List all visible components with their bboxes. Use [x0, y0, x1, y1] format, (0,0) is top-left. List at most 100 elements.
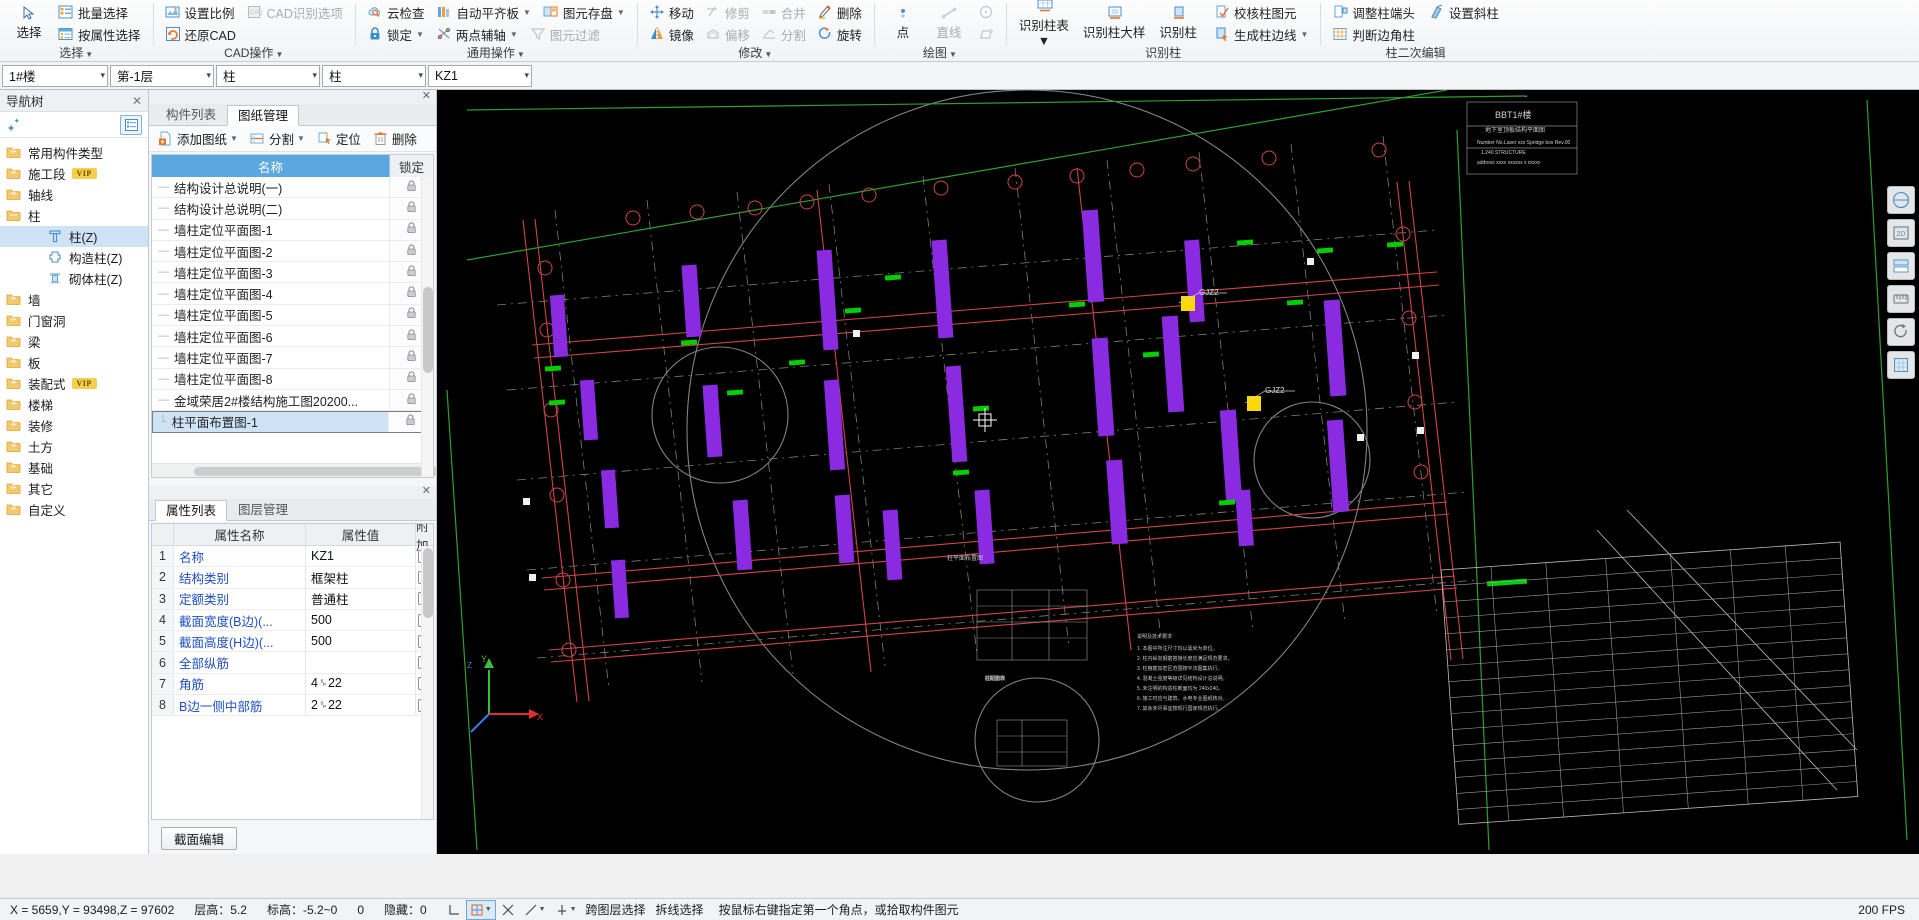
- ribbon-group-draw-title[interactable]: 绘图 ▼: [878, 45, 1002, 61]
- property-row[interactable]: 2 结构类别 框架柱: [152, 567, 433, 589]
- snap-perpendicular-button[interactable]: ▼: [551, 900, 581, 920]
- locate-drawing-button[interactable]: 定位: [312, 128, 366, 149]
- property-grid-vscrollbar[interactable]: [421, 546, 433, 819]
- layer-panel-icon[interactable]: [1887, 252, 1915, 280]
- drawing-list-row[interactable]: — 墙柱定位平面图-5: [152, 304, 433, 327]
- ribbon-group-modify-title[interactable]: 修改 ▼: [641, 45, 870, 61]
- drawing-list-row[interactable]: — 墙柱定位平面图-6: [152, 326, 433, 348]
- zoom-2d-icon[interactable]: 2D: [1887, 219, 1915, 247]
- recognize-column-table-button[interactable]: 识别柱表 ▼: [1013, 0, 1075, 48]
- split-drawing-button[interactable]: 分割 ▼: [245, 128, 310, 149]
- measure-icon[interactable]: [1887, 285, 1915, 313]
- toggle-list-view-button[interactable]: [120, 114, 142, 135]
- drawing-list-row[interactable]: — 墙柱定位平面图-4: [152, 283, 433, 305]
- sidebar-item-3[interactable]: 柱: [0, 205, 148, 226]
- property-row[interactable]: 5 截面高度(H边)(... 500: [152, 631, 433, 653]
- snap-intersection-button[interactable]: [497, 900, 519, 920]
- element-filter-button[interactable]: 图元过滤: [525, 24, 605, 45]
- tab-1[interactable]: 图纸管理: [227, 105, 300, 126]
- building-selector[interactable]: 1#楼 ▾: [2, 64, 108, 87]
- tab-0[interactable]: 属性列表: [155, 500, 228, 521]
- property-row[interactable]: 6 全部纵筋: [152, 652, 433, 674]
- property-row[interactable]: 4 截面宽度(B边)(... 500: [152, 609, 433, 632]
- draw-rect-button[interactable]: [973, 24, 999, 45]
- recognize-column-detail-button[interactable]: 识别柱大样: [1077, 1, 1152, 45]
- property-value-cell[interactable]: [306, 652, 416, 673]
- delete-button[interactable]: 删除: [812, 2, 867, 23]
- property-value-cell[interactable]: 2␠22: [306, 695, 416, 716]
- ribbon-group-cad-operations-title[interactable]: CAD操作 ▼: [157, 45, 351, 61]
- property-row[interactable]: 8 B边一侧中部筋 2␠22: [152, 695, 433, 717]
- tab-1[interactable]: 图层管理: [227, 499, 299, 520]
- set-inclined-column-button[interactable]: 设置斜柱: [1424, 2, 1504, 23]
- batch-select-button[interactable]: 批量选择: [53, 2, 146, 23]
- sparkle-icon[interactable]: [6, 117, 22, 133]
- draw-circle-button[interactable]: [973, 2, 999, 23]
- sidebar-item-9[interactable]: 梁: [0, 331, 148, 352]
- sidebar-item-0[interactable]: 常用构件类型: [0, 142, 148, 163]
- sidebar-item-5[interactable]: 构造柱(Z): [0, 247, 148, 268]
- trim-button[interactable]: 修剪: [700, 2, 755, 23]
- drawing-list-row[interactable]: — 墙柱定位平面图-3: [152, 262, 433, 284]
- property-value-cell[interactable]: KZ1: [306, 546, 416, 567]
- judge-corner-column-button[interactable]: 判断边角柱: [1327, 24, 1504, 45]
- component-category-selector[interactable]: 柱 ▾: [216, 64, 320, 87]
- tab-0[interactable]: 构件列表: [155, 104, 227, 125]
- sidebar-item-1[interactable]: 施工段 VIP: [0, 163, 148, 184]
- property-row[interactable]: 1 名称 KZ1: [152, 546, 433, 568]
- sidebar-item-8[interactable]: 门窗洞: [0, 310, 148, 331]
- add-drawing-button[interactable]: 添加图纸 ▼: [153, 128, 243, 149]
- sidebar-item-10[interactable]: 板: [0, 352, 148, 373]
- sidebar-item-15[interactable]: 基础: [0, 457, 148, 478]
- cad-recognize-options-button[interactable]: CAD CAD识别选项: [242, 2, 348, 23]
- split-button[interactable]: 分割: [756, 24, 811, 45]
- close-icon[interactable]: ✕: [422, 484, 431, 497]
- drawing-list-row[interactable]: — 结构设计总说明(二): [152, 198, 433, 220]
- property-value-cell[interactable]: 4␠22: [306, 673, 416, 695]
- select-button[interactable]: 选择: [7, 1, 51, 45]
- ribbon-group-common-operations-title[interactable]: 通用操作 ▼: [359, 45, 633, 61]
- sidebar-item-4[interactable]: 柱(Z): [0, 226, 148, 247]
- sidebar-item-16[interactable]: 其它: [0, 478, 148, 499]
- component-type-selector[interactable]: 柱 ▾: [322, 64, 426, 87]
- generate-column-edge-button[interactable]: 生成柱边线 ▼: [1209, 24, 1313, 45]
- property-row[interactable]: 3 定额类别 普通柱: [152, 588, 433, 610]
- drawing-list-row[interactable]: — 墙柱定位平面图-1: [152, 219, 433, 241]
- view-cube-icon[interactable]: [1887, 186, 1915, 214]
- sidebar-item-12[interactable]: 楼梯: [0, 394, 148, 415]
- drawing-list-vscroll-thumb[interactable]: [423, 287, 433, 373]
- auto-align-slab-button[interactable]: 自动平齐板 ▼: [431, 2, 535, 23]
- rotate-button[interactable]: 旋转: [812, 24, 867, 45]
- adjust-column-end-button[interactable]: 调整柱端头: [1327, 2, 1420, 23]
- property-grid-vscroll-thumb[interactable]: [423, 548, 433, 618]
- select-by-attribute-button[interactable]: 按属性选择: [53, 24, 146, 45]
- close-icon[interactable]: ✕: [422, 89, 431, 102]
- restore-cad-button[interactable]: 还原CAD: [160, 24, 348, 45]
- section-edit-button[interactable]: 截面编辑: [161, 826, 238, 850]
- drawing-list-hscroll-thumb[interactable]: [194, 467, 452, 476]
- property-value-cell[interactable]: 普通柱: [306, 588, 416, 609]
- drawing-list-row[interactable]: — 墙柱定位平面图-7: [152, 347, 433, 369]
- delete-drawing-button[interactable]: 删除: [368, 128, 422, 149]
- drawing-list-row[interactable]: — 金域荣居2#楼结构施工图20200...: [152, 389, 433, 412]
- snap-grid-button[interactable]: ▼: [465, 899, 496, 920]
- floor-selector[interactable]: 第-1层 ▾: [110, 64, 214, 87]
- sidebar-item-13[interactable]: 装修: [0, 415, 148, 436]
- offset-button[interactable]: 偏移: [700, 24, 755, 45]
- cloud-check-button[interactable]: 云检查: [362, 2, 430, 23]
- grid-table-icon[interactable]: [1887, 351, 1915, 379]
- draw-point-button[interactable]: 点: [881, 1, 925, 45]
- check-column-element-button[interactable]: 校核柱图元: [1209, 2, 1313, 23]
- sidebar-item-17[interactable]: 自定义: [0, 499, 148, 520]
- sidebar-item-14[interactable]: 土方: [0, 436, 148, 457]
- sidebar-item-7[interactable]: 墙: [0, 289, 148, 310]
- mirror-button[interactable]: 镜像: [644, 24, 699, 45]
- recognize-column-button[interactable]: 识别柱: [1153, 1, 1203, 45]
- move-button[interactable]: 移动: [644, 2, 699, 23]
- sidebar-item-2[interactable]: 轴线: [0, 184, 148, 205]
- drawing-list-row[interactable]: — 墙柱定位平面图-8: [152, 368, 433, 390]
- snap-midpoint-button[interactable]: ▼: [520, 900, 550, 920]
- drawing-list-row[interactable]: — 结构设计总说明(一): [152, 177, 433, 199]
- close-icon[interactable]: ✕: [132, 94, 142, 108]
- property-value-cell[interactable]: 500: [306, 631, 416, 652]
